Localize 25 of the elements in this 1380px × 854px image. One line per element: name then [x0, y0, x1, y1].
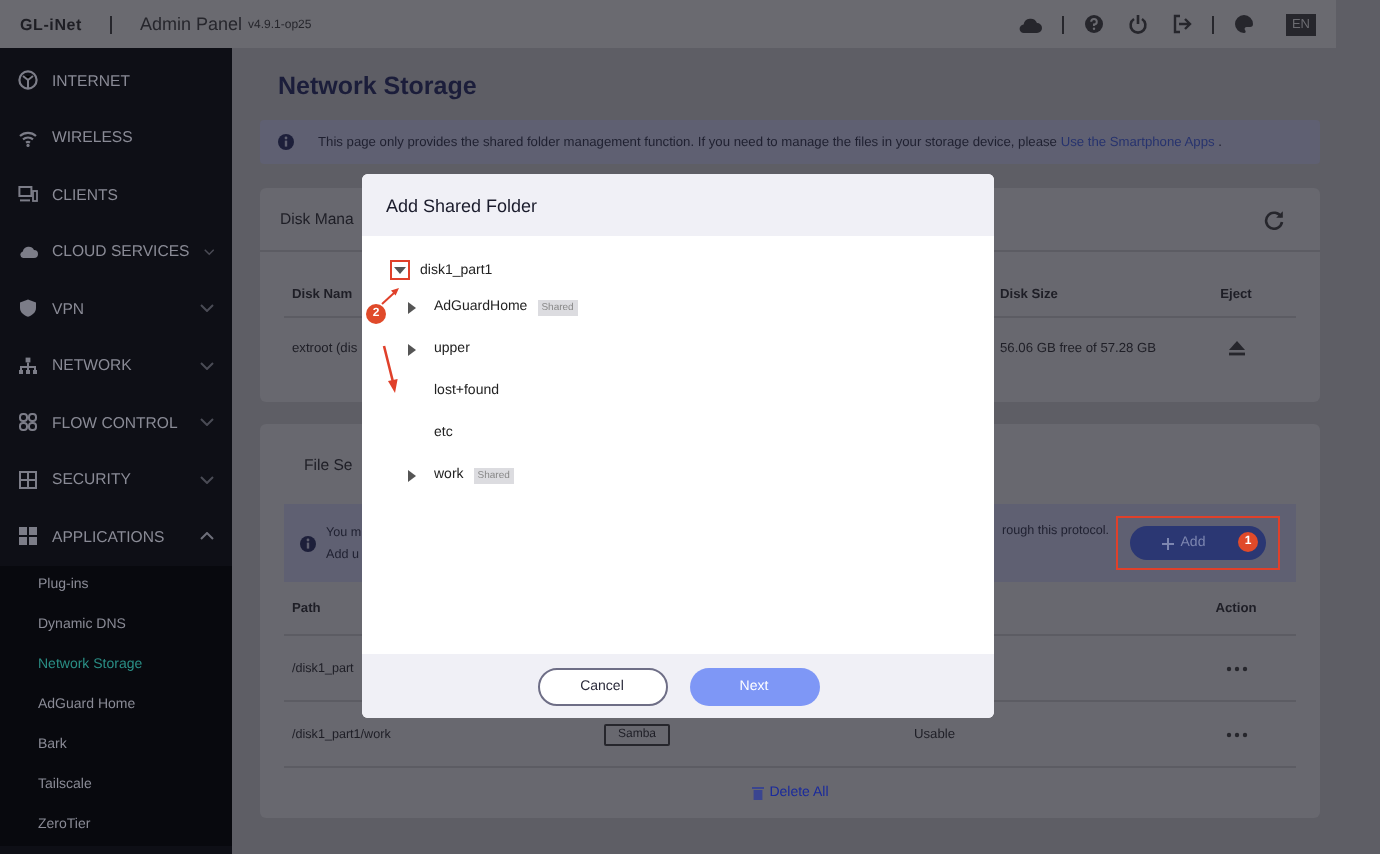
page-title: Network Storage — [278, 72, 479, 104]
info-icon — [278, 134, 294, 150]
network-icon — [18, 355, 38, 376]
devices-icon — [18, 184, 38, 205]
logo: GL-iNet — [20, 15, 82, 33]
wifi-icon — [18, 127, 38, 148]
cloud-icon — [1017, 15, 1042, 33]
info-icon — [300, 535, 316, 551]
refresh-icon — [1264, 209, 1284, 229]
arrow — [380, 344, 400, 394]
help-icon — [1083, 14, 1104, 34]
arrow — [380, 286, 400, 306]
trash-icon — [751, 786, 764, 800]
dialog-title: Add Shared Folder — [362, 174, 994, 236]
palette-icon — [1233, 14, 1254, 34]
plus-icon — [1162, 537, 1175, 549]
power-icon — [1127, 14, 1148, 34]
app-title: Admin Panel — [140, 14, 243, 34]
cloud-icon — [18, 241, 38, 262]
apps-icon — [18, 526, 38, 547]
more-icon — [1225, 731, 1247, 737]
logout-icon — [1171, 14, 1192, 34]
more-icon — [1225, 665, 1247, 671]
shield-icon — [18, 298, 38, 319]
eject-icon — [1227, 340, 1245, 356]
